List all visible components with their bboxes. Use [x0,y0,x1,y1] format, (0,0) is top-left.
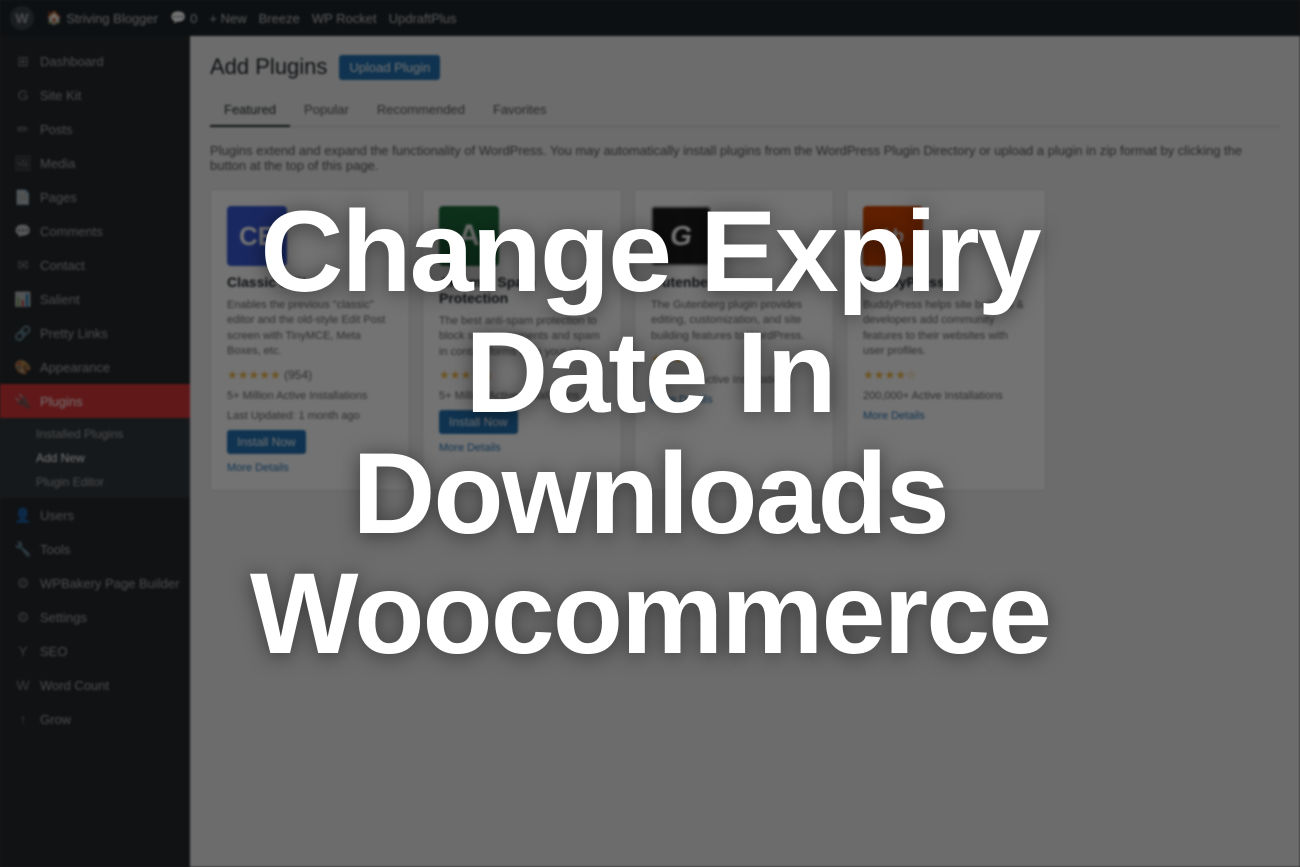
pretty-links-icon: 🔗 [14,324,32,342]
akismet-stars: ★★★★½ [439,368,605,382]
users-icon: 👤 [14,506,32,524]
tab-featured[interactable]: Featured [210,94,290,127]
classic-editor-installs: 5+ Million Active Installations [227,390,393,402]
sidebar-menu: ⊞ Dashboard G Site Kit ✏ Posts 🖼 Media 📄… [0,36,190,736]
akismet-installs: 5+ Million Active Installations [439,390,605,402]
sidebar-item-tools: 🔧 Tools [0,532,190,566]
gutenberg-installs: 300,000+ Active Installations [651,374,817,386]
gutenberg-stars: ★★★☆☆ [651,352,817,366]
akismet-more-details[interactable]: More Details [439,442,605,454]
sidebar-item-contact: ✉ Contact [0,248,190,282]
sidebar-item-seo: Y SEO [0,634,190,668]
sidebar-item-salient: 📊 Salient [0,282,190,316]
gutenberg-name: Gutenberg [651,274,817,290]
plugins-submenu: Installed Plugins Add New Plugin Editor [0,418,190,498]
new-item: + New [209,11,246,26]
classic-editor-install-button[interactable]: Install Now [227,430,306,454]
word-count-icon: W [14,676,32,694]
tab-favorites[interactable]: Favorites [479,94,560,127]
comments-count: 💬 0 [170,10,197,26]
contact-icon: ✉ [14,256,32,274]
plugins-icon: 🔌 [14,392,32,410]
sidebar-item-dashboard: ⊞ Dashboard [0,44,190,78]
gutenberg-more-details[interactable]: More Details [651,394,817,406]
background-screenshot: W 🏠 Striving Blogger 💬 0 + New Breeze WP… [0,0,1300,867]
tabs-nav: Featured Popular Recommended Favorites [210,94,1280,127]
grow-icon: ↑ [14,710,32,728]
buddypress-desc: BuddyPress helps site builders & develop… [863,298,1029,360]
sidebar-item-appearance: 🎨 Appearance [0,350,190,384]
sidebar-item-posts: ✏ Posts [0,112,190,146]
plugins-grid: CE Classic Editor Enables the previous "… [210,189,1280,491]
breeze-plugin: Breeze [259,11,300,26]
page-header: Add Plugins Upload Plugin [190,36,1300,94]
gutenberg-desc: The Gutenberg plugin provides editing, c… [651,298,817,344]
media-icon: 🖼 [14,154,32,172]
classic-editor-icon: CE [227,206,287,266]
gutenberg-icon: G [651,206,711,266]
classic-editor-name: Classic Editor [227,274,393,290]
plugin-card-buddypress: bb BuddyPress BuddyPress helps site buil… [846,189,1046,491]
updraftplus-plugin: UpdraftPlus [389,11,457,26]
sidebar-item-grow: ↑ Grow [0,702,190,736]
akismet-name: Akismet Spam Protection [439,274,605,306]
classic-editor-desc: Enables the previous "classic" editor an… [227,298,393,360]
plugin-intro-text: Plugins extend and expand the functional… [210,143,1280,173]
buddypress-installs: 200,000+ Active Installations [863,390,1029,402]
sidebar-item-word-count: W Word Count [0,668,190,702]
wp-rocket-plugin: WP Rocket [312,11,377,26]
sidebar-item-media: 🖼 Media [0,146,190,180]
admin-bar: W 🏠 Striving Blogger 💬 0 + New Breeze WP… [0,0,1300,36]
buddypress-more-details[interactable]: More Details [863,410,1029,422]
sidebar-item-settings: ⚙ Settings [0,600,190,634]
classic-editor-stars: ★★★★★ (954) [227,368,393,382]
wp-logo-icon: W [10,6,34,30]
plugin-card-classic-editor: CE Classic Editor Enables the previous "… [210,189,410,491]
tab-recommended[interactable]: Recommended [363,94,479,127]
appearance-icon: 🎨 [14,358,32,376]
buddypress-name: BuddyPress [863,274,1029,290]
plugin-area: Plugins extend and expand the functional… [190,127,1300,507]
akismet-icon: A [439,206,499,266]
akismet-desc: The best anti-spam protection to block s… [439,314,605,360]
classic-editor-updated: Last Updated: 1 month ago [227,410,393,422]
site-name: 🏠 Striving Blogger [46,10,158,26]
sidebar-item-pages: 📄 Pages [0,180,190,214]
page-title: Add Plugins [210,54,327,80]
settings-icon: ⚙ [14,608,32,626]
submenu-installed: Installed Plugins [0,422,190,446]
sidebar-item-plugins: 🔌 Plugins [0,384,190,418]
buddypress-icon: bb [863,206,923,266]
posts-icon: ✏ [14,120,32,138]
buddypress-stars: ★★★★☆ [863,368,1029,382]
sidebar-item-pretty-links: 🔗 Pretty Links [0,316,190,350]
submenu-add-new: Add New [0,446,190,470]
tools-icon: 🔧 [14,540,32,558]
sidebar-item-sitekit: G Site Kit [0,78,190,112]
main-content: Add Plugins Upload Plugin Featured Popul… [190,36,1300,867]
sitekit-icon: G [14,86,32,104]
sidebar-item-comments: 💬 Comments [0,214,190,248]
classic-editor-more-details[interactable]: More Details [227,462,393,474]
tab-popular[interactable]: Popular [290,94,363,127]
upload-plugin-button[interactable]: Upload Plugin [339,55,440,80]
plugin-card-akismet: A Akismet Spam Protection The best anti-… [422,189,622,491]
sidebar-item-users: 👤 Users [0,498,190,532]
salient-icon: 📊 [14,290,32,308]
submenu-editor: Plugin Editor [0,470,190,494]
pages-icon: 📄 [14,188,32,206]
admin-sidebar: ⊞ Dashboard G Site Kit ✏ Posts 🖼 Media 📄… [0,36,190,867]
comments-icon: 💬 [14,222,32,240]
akismet-install-button[interactable]: Install Now [439,410,518,434]
dashboard-icon: ⊞ [14,52,32,70]
sidebar-item-wpbakery: ⚙ WPBakery Page Builder [0,566,190,600]
plugin-card-gutenberg: G Gutenberg The Gutenberg plugin provide… [634,189,834,491]
seo-icon: Y [14,642,32,660]
wpbakery-icon: ⚙ [14,574,32,592]
